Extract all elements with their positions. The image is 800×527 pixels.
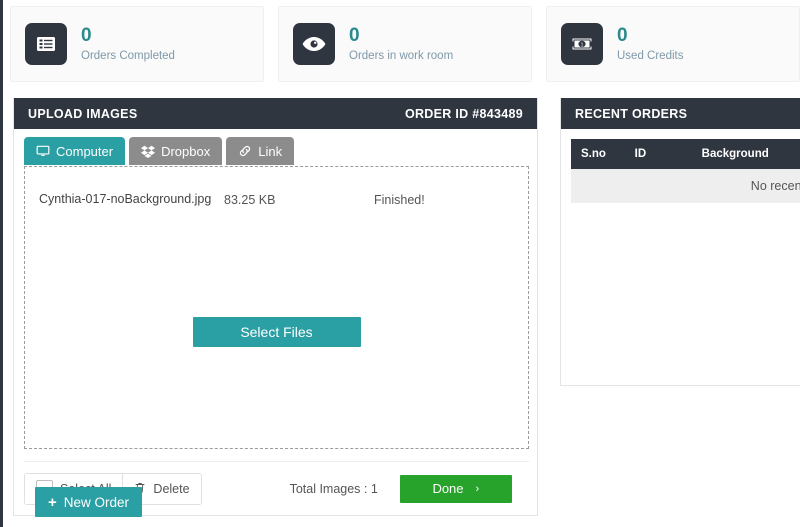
done-button[interactable]: Done › [399,474,512,503]
file-status: Finished! [374,192,425,207]
stat-label: Orders in work room [349,49,454,62]
stat-label: Orders Completed [81,49,175,62]
upload-images-panel: UPLOAD IMAGES ORDER ID #843489 Computer [13,98,538,516]
uploaded-file-row: Cynthia-017-noBackground.jpg 83.25 KB Fi… [25,175,528,214]
tab-dropbox[interactable]: Dropbox [129,137,223,165]
select-files-wrap: Select Files [25,317,528,347]
new-order-label: New Order [63,494,130,510]
recent-orders-title: RECENT ORDERS [575,106,688,121]
upload-panel-body: Computer Dropbox Link Cynthia-017-noBack… [14,129,537,515]
stat-text: 0 Used Credits [617,25,683,64]
chevron-right-icon: › [475,482,480,495]
stat-label: Used Credits [617,49,684,62]
stat-card-orders-completed[interactable]: 0 Orders Completed [10,6,264,82]
column-header-sno: S.no [581,148,606,160]
done-label: Done [432,481,464,496]
tab-computer-label: Computer [56,143,114,159]
list-icon [25,23,67,65]
money-bill-icon: 1 [561,23,603,65]
stat-card-used-credits[interactable]: 1 0 Used Credits [546,6,800,82]
tab-computer[interactable]: Computer [24,137,126,165]
stat-text: 0 Orders Completed [81,25,175,64]
file-dropzone[interactable]: Cynthia-017-noBackground.jpg 83.25 KB Fi… [24,166,529,449]
svg-text:1: 1 [581,42,584,48]
upload-panel-title: UPLOAD IMAGES [28,106,138,121]
link-icon [238,144,252,158]
select-files-button[interactable]: Select Files [192,317,361,347]
empty-text: No recent [750,179,800,193]
dropbox-icon [141,144,156,158]
stat-value: 0 [349,24,360,46]
column-header-background: Background [701,148,769,160]
tab-dropbox-label: Dropbox [161,143,211,159]
recent-orders-panel: RECENT ORDERS S.no ID Background No rece… [560,98,800,386]
upload-source-tabs: Computer Dropbox Link [24,137,527,165]
desktop-icon [36,144,50,158]
new-order-button[interactable]: + New Order [35,487,143,517]
recent-orders-table-header: S.no ID Background [571,139,800,169]
tab-link-label: Link [258,143,283,159]
page-container: 0 Orders Completed 0 Orders in work room [3,0,800,527]
stats-row: 0 Orders Completed 0 Orders in work room [10,6,800,82]
file-name: Cynthia-017-noBackground.jpg [39,192,212,206]
stat-value: 0 [81,24,92,46]
upload-panel-header: UPLOAD IMAGES ORDER ID #843489 [14,98,537,129]
delete-label: Delete [153,481,190,496]
order-id-label: ORDER ID #843489 [404,106,523,121]
total-images-label: Total Images : 1 [289,481,378,496]
column-header-id: ID [634,148,647,160]
tab-link[interactable]: Link [226,137,295,165]
plus-icon: + [48,493,57,511]
file-size: 83.25 KB [224,192,276,207]
recent-orders-header: RECENT ORDERS [561,98,800,129]
recent-orders-empty-row: No recent [571,169,800,203]
stat-value: 0 [617,24,628,46]
eye-icon [293,23,335,65]
stat-text: 0 Orders in work room [349,25,453,64]
stat-card-orders-in-work-room[interactable]: 0 Orders in work room [278,6,532,82]
